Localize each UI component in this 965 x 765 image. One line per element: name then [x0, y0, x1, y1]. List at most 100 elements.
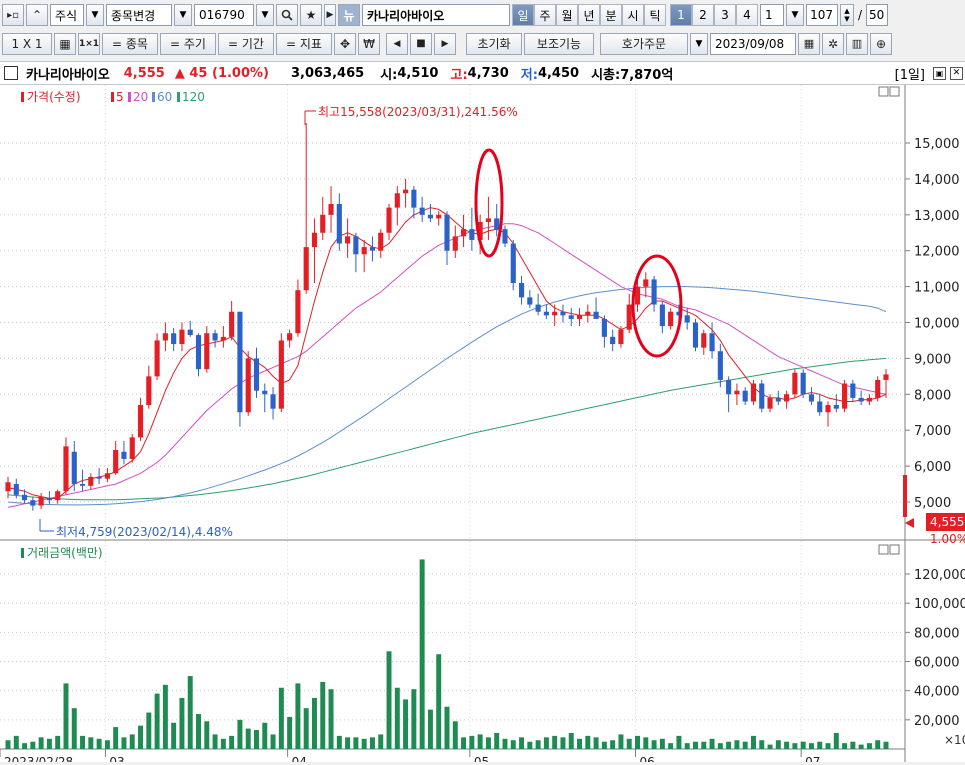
- volume-bar: [270, 734, 276, 749]
- volume-bar: [80, 735, 86, 749]
- grid-layout-button[interactable]: ▦: [54, 32, 76, 55]
- volume-bar: [742, 741, 748, 749]
- volume-bar: [229, 735, 235, 749]
- candle-body: [833, 405, 839, 409]
- candle-body: [585, 311, 591, 316]
- interval-tab-3[interactable]: 3: [714, 4, 736, 26]
- volume-panel-close-button[interactable]: [889, 544, 900, 555]
- single-layout-button[interactable]: 1×1: [78, 32, 100, 55]
- period-tab-0[interactable]: 일: [512, 4, 534, 26]
- volume-bar: [336, 735, 342, 749]
- candle-body: [146, 376, 152, 406]
- interval-number-input[interactable]: 1: [760, 4, 784, 26]
- interval-dropdown[interactable]: ▼: [786, 4, 804, 26]
- favorite-button[interactable]: ★: [300, 4, 322, 26]
- crosshair-button[interactable]: ✥: [334, 32, 356, 55]
- interval-tab-2[interactable]: 2: [692, 4, 714, 26]
- info-low-label: 저:: [520, 67, 538, 83]
- volume-bar: [850, 741, 856, 749]
- price-tick-label: 12,000: [914, 245, 960, 260]
- chart-svg[interactable]: 15,000 14,000 13,000 12,000 11,000 10,000 9,00…: [0, 85, 965, 765]
- candle-body: [262, 390, 268, 395]
- volume-bar: [734, 740, 740, 749]
- volume-bar: [30, 741, 36, 749]
- candle-body: [336, 204, 342, 244]
- settings-button[interactable]: ✲: [822, 32, 844, 55]
- nav-first-button[interactable]: ▸▫: [2, 4, 24, 26]
- won-button[interactable]: ₩: [358, 32, 380, 55]
- date-input[interactable]: 2023/09/08: [710, 32, 796, 55]
- quote-order-dropdown[interactable]: ▼: [690, 32, 708, 55]
- price-tick-label: 7,000: [914, 424, 951, 439]
- cycle-button[interactable]: = 주기: [160, 32, 216, 55]
- reset-button[interactable]: 초기화: [466, 32, 522, 55]
- price-tick-label: 8,000: [914, 388, 951, 403]
- scroll-left-button[interactable]: ◀: [386, 32, 408, 55]
- zoom-icon: ⊕: [875, 36, 887, 51]
- period-tab-4[interactable]: 분: [600, 4, 622, 26]
- candle: [842, 379, 848, 413]
- price-panel-close-button[interactable]: [889, 86, 900, 97]
- interval-tab-1[interactable]: 1: [670, 4, 692, 26]
- page-size-input[interactable]: 50: [866, 4, 889, 26]
- info-checkbox[interactable]: [4, 66, 18, 80]
- search-button[interactable]: [276, 4, 298, 26]
- scroll-right-button[interactable]: ▶: [434, 32, 456, 55]
- candle-body: [88, 476, 94, 486]
- info-mcap-label: 시총:: [591, 67, 621, 83]
- zoom-button[interactable]: ⊕: [870, 32, 892, 55]
- chart-area[interactable]: 15,000 14,000 13,000 12,000 11,000 10,000 9,00…: [0, 85, 965, 765]
- window-restore-button[interactable]: ▣: [933, 66, 946, 80]
- volume-bar: [808, 743, 814, 749]
- period-tab-6[interactable]: 틱: [644, 4, 666, 26]
- volume-bar: [618, 734, 624, 749]
- market-dropdown-button[interactable]: ▼: [86, 4, 104, 26]
- candle-body: [610, 336, 616, 345]
- volume-bar: [568, 732, 574, 749]
- change-symbol-dropdown[interactable]: ▼: [174, 4, 192, 26]
- volume-bar: [162, 684, 168, 749]
- volume-bar: [651, 740, 657, 749]
- volume-bar: [378, 734, 384, 749]
- candle-body: [253, 358, 260, 391]
- price-axis-labels: 15,000 14,000 13,000 12,000 11,000 10,000 9,00…: [905, 137, 960, 511]
- data-count-input[interactable]: 107: [806, 4, 838, 26]
- stock-code-dropdown[interactable]: ▼: [256, 4, 274, 26]
- nav-up-button[interactable]: ⌃: [26, 4, 48, 26]
- time-tick-label: 04: [292, 755, 307, 762]
- volume-bar: [684, 743, 690, 749]
- change-symbol-select[interactable]: 종목변경: [106, 4, 172, 26]
- layout-button[interactable]: 1 X 1: [2, 32, 52, 55]
- stock-code-input[interactable]: 016790: [194, 4, 254, 26]
- volume-bar: [494, 732, 500, 749]
- count-spinner[interactable]: ▲ ▼: [840, 4, 854, 26]
- calendar-button[interactable]: ▦: [798, 32, 820, 55]
- items-button[interactable]: = 종목: [102, 32, 158, 55]
- price-panel-minimize-button[interactable]: [878, 86, 889, 97]
- volume-bar: [875, 740, 881, 749]
- chart-type-button[interactable]: ▥: [846, 32, 868, 55]
- next-button[interactable]: ▶: [324, 4, 336, 26]
- candle-body: [30, 500, 36, 506]
- indicator-button[interactable]: = 지표: [276, 32, 332, 55]
- stop-button[interactable]: ■: [410, 32, 432, 55]
- period-tab-2[interactable]: 월: [556, 4, 578, 26]
- candle-body: [96, 476, 102, 479]
- volume-bar: [833, 732, 839, 749]
- aux-function-button[interactable]: 보조기능: [524, 32, 594, 55]
- candle-body: [353, 236, 359, 255]
- volume-panel-minimize-button[interactable]: [878, 544, 889, 555]
- period-tab-5[interactable]: 시: [622, 4, 644, 26]
- news-button[interactable]: 뉴: [338, 4, 360, 26]
- info-stock-name: 카나리아바이오: [26, 67, 110, 83]
- volume-bar: [204, 721, 210, 749]
- market-select[interactable]: 주식: [50, 4, 84, 26]
- candle-body: [485, 218, 491, 222]
- volume-bar: [452, 721, 458, 749]
- quote-order-button[interactable]: 호가주문: [600, 32, 688, 55]
- interval-tab-4[interactable]: 4: [736, 4, 758, 26]
- period-tab-3[interactable]: 년: [578, 4, 600, 26]
- window-close-button[interactable]: ✕: [950, 66, 963, 80]
- period-tab-1[interactable]: 주: [534, 4, 556, 26]
- period-button[interactable]: = 기간: [218, 32, 274, 55]
